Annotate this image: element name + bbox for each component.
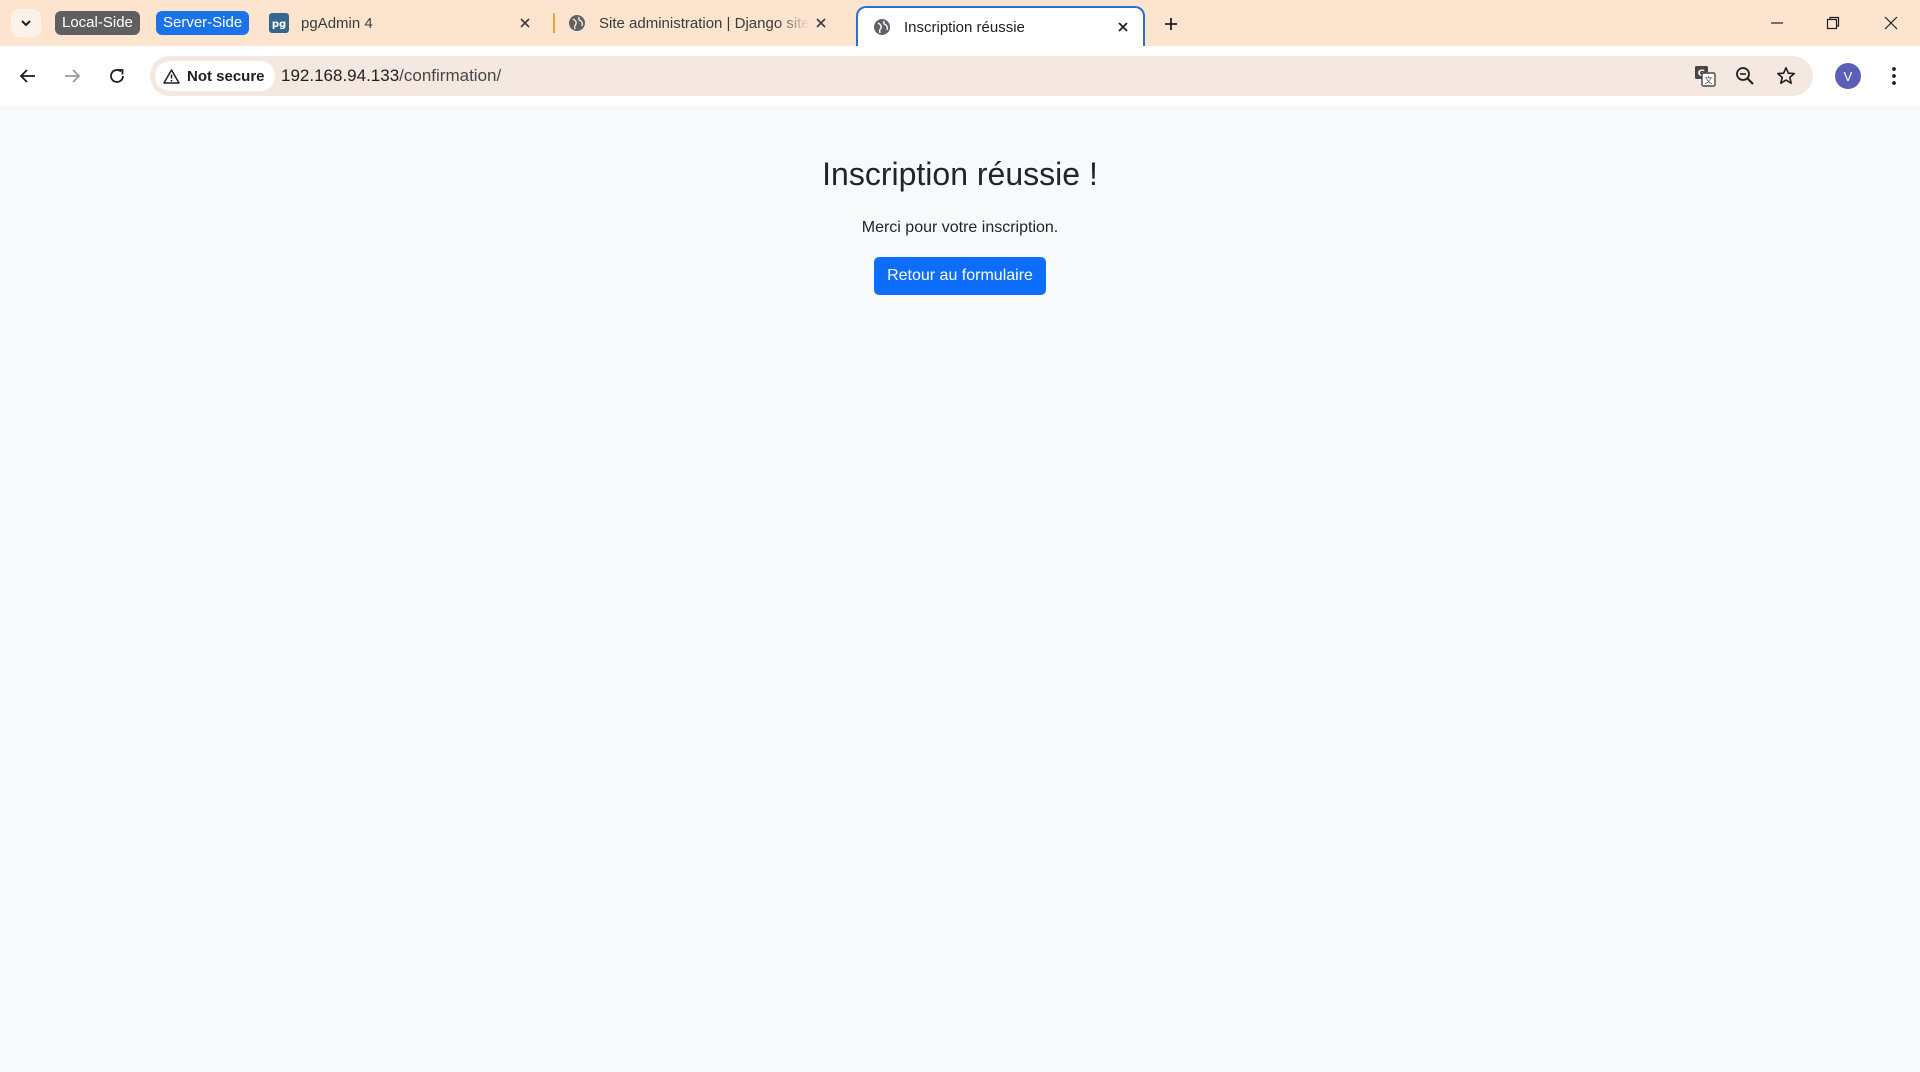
url-text[interactable]: 192.168.94.133/confirmation/ bbox=[281, 56, 501, 96]
back-to-form-button[interactable]: Retour au formulaire bbox=[874, 257, 1046, 295]
svg-text:文: 文 bbox=[1705, 75, 1713, 85]
close-icon[interactable] bbox=[1111, 15, 1135, 39]
tab-strip: Local-Side Server-Side pg pgAdmin 4 Site… bbox=[0, 0, 1920, 48]
plus-icon bbox=[1165, 18, 1177, 30]
pgadmin-icon: pg bbox=[269, 13, 289, 33]
page-content: Inscription réussie ! Merci pour votre i… bbox=[0, 106, 1920, 1072]
more-vertical-icon bbox=[1892, 67, 1896, 85]
globe-icon bbox=[567, 13, 587, 33]
security-indicator[interactable]: Not secure bbox=[155, 61, 275, 91]
translate-icon: G文 bbox=[1695, 66, 1716, 87]
minimize-button[interactable] bbox=[1757, 8, 1797, 38]
url-path: /confirmation/ bbox=[399, 66, 502, 85]
new-tab-button[interactable] bbox=[1158, 11, 1184, 37]
arrow-left-icon bbox=[19, 69, 35, 83]
tab-pgadmin[interactable]: pg pgAdmin 4 bbox=[255, 6, 545, 40]
close-icon[interactable] bbox=[809, 11, 833, 35]
close-icon bbox=[1884, 16, 1898, 30]
minimize-icon bbox=[1771, 22, 1783, 24]
tab-title: Inscription réussie bbox=[904, 18, 1025, 36]
close-window-button[interactable] bbox=[1871, 8, 1911, 38]
tab-title: pgAdmin 4 bbox=[301, 14, 373, 32]
warning-icon bbox=[163, 68, 180, 84]
restore-icon bbox=[1826, 16, 1840, 30]
url-host: 192.168.94.133 bbox=[281, 66, 400, 85]
tab-group-server-side[interactable]: Server-Side bbox=[156, 11, 250, 35]
browser-menu-button[interactable] bbox=[1880, 60, 1908, 92]
globe-icon bbox=[872, 17, 892, 37]
arrow-right-icon bbox=[65, 69, 81, 83]
profile-avatar[interactable]: V bbox=[1835, 63, 1861, 89]
security-label: Not secure bbox=[187, 67, 265, 85]
page-title: Inscription réussie ! bbox=[822, 156, 1098, 192]
address-bar[interactable]: Not secure 192.168.94.133/confirmation/ … bbox=[150, 56, 1813, 96]
close-icon[interactable] bbox=[513, 11, 537, 35]
back-button[interactable] bbox=[11, 59, 45, 93]
tab-title: Site administration | Django site admin bbox=[599, 14, 809, 32]
browser-toolbar: Not secure 192.168.94.133/confirmation/ … bbox=[0, 46, 1920, 107]
forward-button[interactable] bbox=[55, 59, 89, 93]
translate-button[interactable]: G文 bbox=[1692, 63, 1718, 89]
tab-django-admin[interactable]: Site administration | Django site admin bbox=[553, 6, 841, 40]
bookmark-button[interactable] bbox=[1773, 63, 1799, 89]
tab-inscription-reussie[interactable]: Inscription réussie bbox=[856, 6, 1145, 46]
reload-button[interactable] bbox=[100, 59, 134, 93]
reload-icon bbox=[110, 69, 124, 83]
star-icon bbox=[1777, 67, 1795, 84]
zoom-out-icon bbox=[1736, 67, 1754, 85]
chevron-down-icon bbox=[21, 20, 31, 27]
svg-text:pg: pg bbox=[272, 19, 286, 30]
confirmation-message: Merci pour votre inscription. bbox=[861, 219, 1059, 236]
zoom-button[interactable] bbox=[1732, 63, 1758, 89]
tab-search-button[interactable] bbox=[11, 9, 41, 37]
restore-button[interactable] bbox=[1813, 8, 1853, 38]
tab-group-local-side[interactable]: Local-Side bbox=[55, 11, 140, 35]
